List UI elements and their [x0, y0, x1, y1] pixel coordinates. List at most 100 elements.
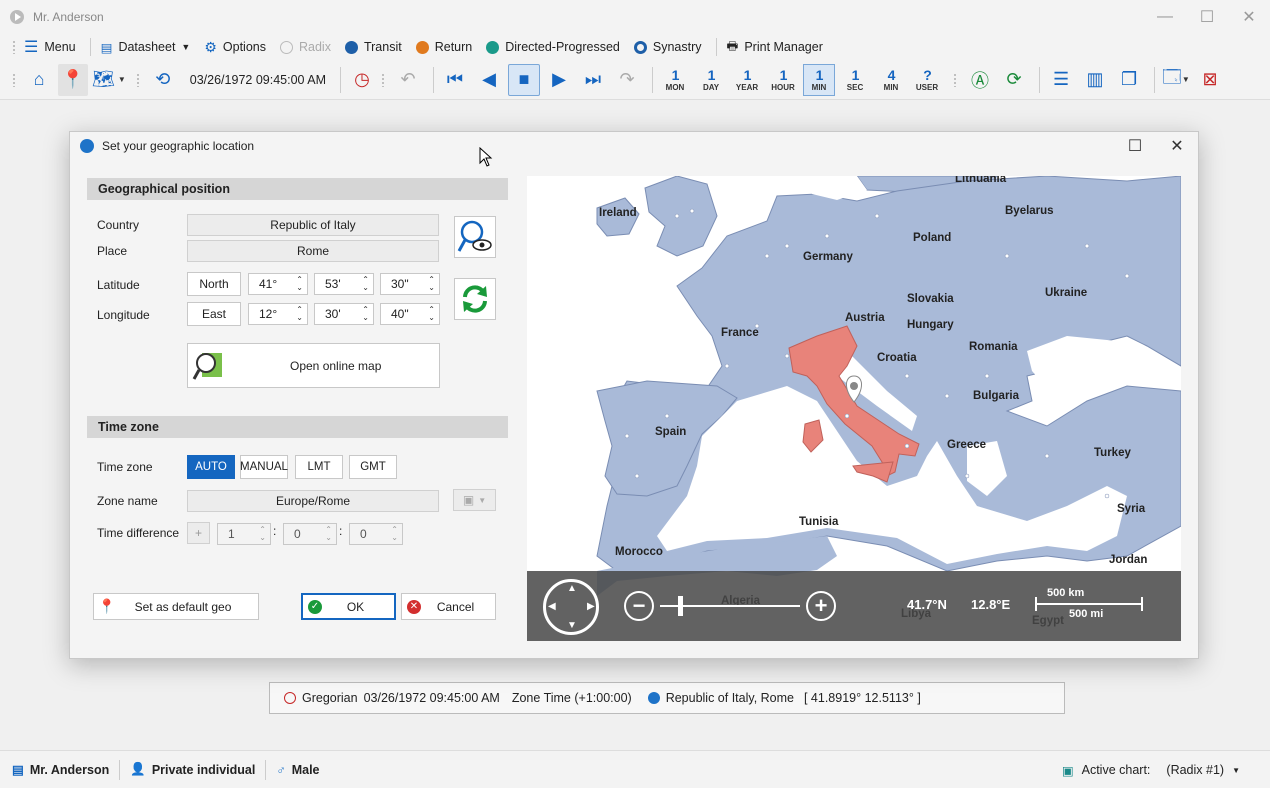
zoom-in-button[interactable]: + — [806, 591, 836, 621]
lon-deg-spinner[interactable]: 12° ⌃ ⌄ — [248, 303, 308, 325]
radix-menu[interactable]: Radix — [280, 40, 331, 54]
synastry-menu[interactable]: Synastry — [633, 40, 702, 54]
pan-up-icon[interactable]: ▲ — [567, 583, 577, 594]
place-field[interactable]: Rome — [187, 240, 439, 262]
zone-picker-button[interactable]: ▣ ▼ — [453, 489, 496, 511]
step-unit-min-button[interactable]: 1 MIN — [803, 63, 836, 96]
first-button[interactable]: ⏮ — [440, 64, 470, 96]
td-hours-spinner[interactable]: 1 ⌃ ⌄ — [217, 523, 271, 545]
lon-direction-button[interactable]: East — [187, 302, 241, 326]
td-seconds-spinner[interactable]: 0 ⌃ ⌄ — [349, 523, 403, 545]
step-unit-day-button[interactable]: 1 DAY — [695, 64, 727, 96]
pan-control[interactable]: ▲ ▼ ◀ ▶ — [543, 579, 599, 635]
redo-button[interactable]: ↷ — [612, 64, 642, 96]
last-button[interactable]: ⏭ — [578, 64, 608, 96]
toolbar-grip-4[interactable] — [953, 72, 958, 87]
toolbar-grip-3[interactable] — [381, 72, 386, 87]
return-menu[interactable]: Return — [415, 40, 472, 54]
active-chart-select[interactable]: (Radix #1) — [1166, 763, 1224, 777]
dialog-close-button[interactable]: ✕ — [1156, 132, 1198, 160]
window-tools-button[interactable]: 🗔 ▼ — [1161, 64, 1191, 96]
minimize-button[interactable]: — — [1144, 0, 1186, 34]
step-unit-hour-button[interactable]: 1 HOUR — [767, 64, 799, 96]
next-button[interactable]: ▶ — [544, 64, 574, 96]
history-button[interactable]: ⟲ — [148, 64, 178, 96]
step-unit-user-button[interactable]: ? USER — [911, 64, 943, 96]
layout-rows-button[interactable]: ☰ — [1046, 64, 1076, 96]
refresh-button[interactable]: ⟳ — [999, 64, 1029, 96]
menu-button[interactable]: ☰ Menu — [24, 37, 76, 57]
map-view[interactable]: Lithuania Ireland Byelarus Germany Poland Ukr… — [527, 176, 1181, 641]
country-label: Austria — [845, 312, 885, 324]
options-menu[interactable]: ⚙ Options — [204, 39, 266, 56]
zoom-slider-thumb[interactable] — [678, 596, 683, 616]
step-unit-year-button[interactable]: 1 YEAR — [731, 64, 763, 96]
toolbar-grip[interactable] — [12, 72, 16, 87]
person-item[interactable]: ▤ Mr. Anderson — [12, 762, 109, 778]
person-type-item[interactable]: 👤 Private individual — [130, 762, 255, 777]
window-tools-icon: 🗔 — [1162, 66, 1182, 87]
pan-right-icon[interactable]: ▶ — [587, 601, 595, 612]
lat-direction-button[interactable]: North — [187, 272, 241, 296]
datetime-display[interactable]: 03/26/1972 09:45:00 AM — [190, 73, 326, 87]
options-label: Options — [222, 40, 266, 54]
aspect-icon: Ⓐ — [971, 70, 990, 91]
undo-icon: ↶ — [400, 69, 416, 89]
tz-gmt-button[interactable]: GMT — [349, 455, 397, 479]
synastry-icon — [633, 40, 647, 54]
maximize-button[interactable]: ☐ — [1186, 0, 1228, 34]
stop-button[interactable]: ■ — [508, 63, 541, 96]
status-zone: Zone Time (+1:00:00) — [511, 691, 632, 705]
status-coords: [ 41.8919° 12.5113° ] — [803, 691, 921, 705]
aspect-button[interactable]: Ⓐ — [965, 64, 995, 96]
zone-name-field[interactable]: Europe/Rome — [187, 490, 439, 512]
close-button[interactable]: ✕ — [1228, 0, 1270, 34]
menu-grip[interactable] — [12, 40, 16, 54]
location-button[interactable]: 📍 — [58, 63, 88, 96]
lat-min-spinner[interactable]: 53' ⌃ ⌄ — [314, 273, 374, 295]
refresh-coords-button[interactable] — [454, 278, 496, 320]
prev-button[interactable]: ◀ — [474, 64, 504, 96]
print-manager-menu[interactable]: 🖶 Print Manager — [727, 37, 823, 58]
map-button[interactable]: 🗺 ▼ — [92, 64, 126, 96]
pan-left-icon[interactable]: ◀ — [548, 601, 556, 612]
undo-button[interactable]: ↶ — [393, 64, 423, 96]
lat-sec-spinner[interactable]: 30" ⌃ ⌄ — [380, 273, 440, 295]
tz-manual-button[interactable]: MANUAL — [240, 455, 288, 479]
close-all-button[interactable]: ⊠ — [1195, 64, 1225, 96]
lat-deg-spinner[interactable]: 41° ⌃ ⌄ — [248, 273, 308, 295]
country-label: Croatia — [877, 352, 917, 364]
layout-cols-button[interactable]: ▥ — [1080, 64, 1110, 96]
clock-button[interactable]: ◷ — [347, 64, 377, 96]
td-minutes-spinner[interactable]: 0 ⌃ ⌄ — [283, 523, 337, 545]
country-field[interactable]: Republic of Italy — [187, 214, 439, 236]
country-label: Syria — [1117, 503, 1146, 515]
td-minutes-value: 0 — [294, 527, 301, 541]
open-online-map-button[interactable]: Open online map — [187, 343, 440, 388]
search-location-button[interactable] — [454, 216, 496, 258]
toolbar-grip-2[interactable] — [135, 72, 140, 87]
step-unit-min-button[interactable]: 4 MIN — [875, 64, 907, 96]
zoom-out-button[interactable]: − — [624, 591, 654, 621]
transit-menu[interactable]: Transit — [344, 40, 402, 54]
country-label: France — [721, 327, 759, 339]
gender-item[interactable]: ♂ Male — [276, 763, 319, 777]
tz-auto-button[interactable]: AUTO — [187, 455, 235, 479]
set-default-geo-button[interactable]: 📍 Set as default geo — [93, 593, 259, 620]
tz-lmt-button[interactable]: LMT — [295, 455, 343, 479]
time-diff-sign[interactable]: + — [187, 522, 210, 544]
step-unit-sec-button[interactable]: 1 SEC — [839, 64, 871, 96]
lon-min-spinner[interactable]: 30' ⌃ ⌄ — [314, 303, 374, 325]
home-button[interactable]: ⌂ — [24, 64, 54, 96]
ok-button[interactable]: ✓ OK — [301, 593, 396, 620]
pan-down-icon[interactable]: ▼ — [567, 620, 577, 631]
dialog-maximize-button[interactable]: ☐ — [1114, 132, 1156, 160]
layout-cascade-button[interactable]: ❐ — [1114, 64, 1144, 96]
step-unit-mon-button[interactable]: 1 MON — [659, 64, 691, 96]
cancel-button[interactable]: ✕ Cancel — [401, 593, 496, 620]
menu-bar: ☰ Menu ▤ Datasheet ▼ ⚙ Options Radix Transit… — [0, 34, 1270, 60]
datasheet-menu[interactable]: ▤ Datasheet ▼ — [101, 40, 191, 55]
chart-icon: ▣ — [1061, 763, 1074, 778]
lon-sec-spinner[interactable]: 40" ⌃ ⌄ — [380, 303, 440, 325]
directed-menu[interactable]: Directed-Progressed — [486, 40, 620, 54]
